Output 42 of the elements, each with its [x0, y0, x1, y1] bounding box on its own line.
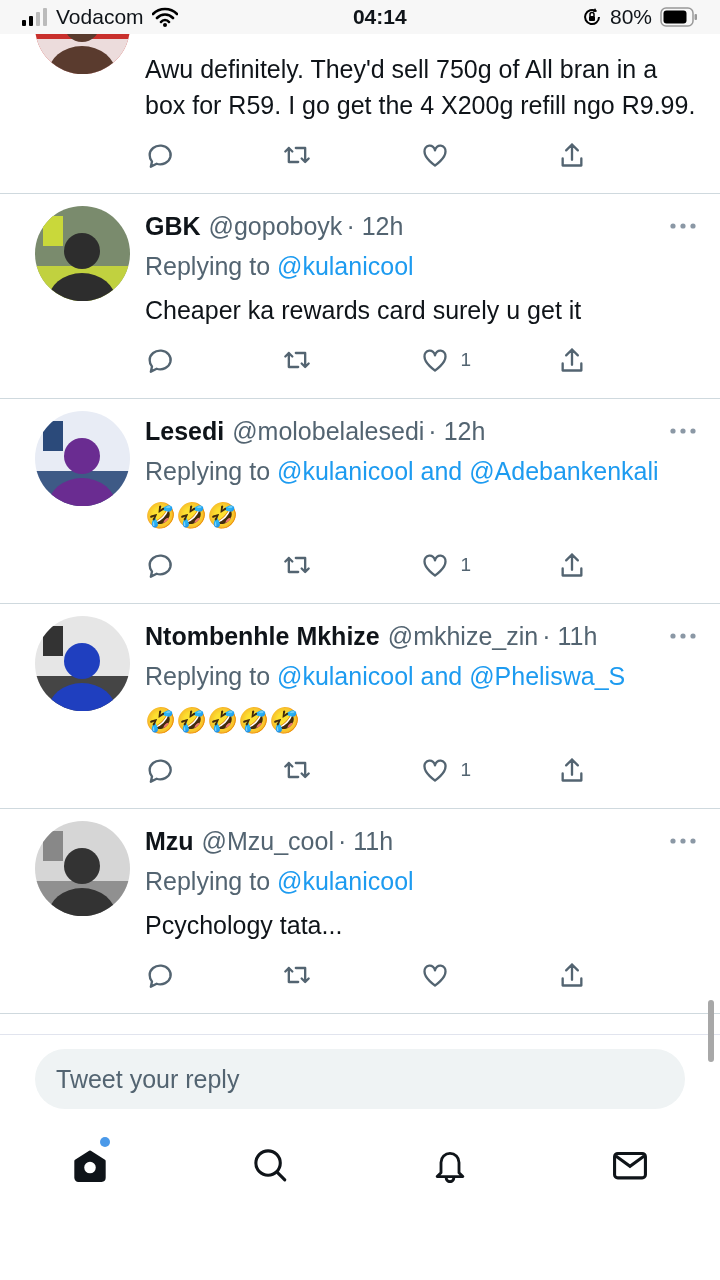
like-count: 1	[460, 347, 472, 372]
author-handle[interactable]: @Mzu_cool	[201, 821, 334, 861]
more-icon[interactable]	[670, 633, 696, 639]
clock-time: 04:14	[352, 5, 407, 29]
more-icon[interactable]	[670, 838, 696, 844]
reply-field[interactable]: Tweet your reply	[35, 1049, 685, 1109]
tweet-text: 🤣🤣🤣🤣🤣	[145, 705, 301, 736]
tweet-text: 🤣🤣🤣	[145, 500, 239, 531]
scroll-bar[interactable]	[708, 1000, 714, 1062]
author-name[interactable]: Ntombenhle Mkhize	[145, 616, 380, 656]
battery-icon	[660, 7, 698, 27]
wifi-icon	[151, 7, 178, 27]
reply-line: Replying to @kulanicool and @Adebankenkali	[145, 456, 660, 487]
battery-percent: 80%	[609, 4, 652, 31]
reply-line: Replying to @kulanicool and @Pheliswa_S	[145, 661, 627, 692]
heart-icon[interactable]	[420, 756, 449, 784]
author-handle[interactable]: @gopoboyk	[208, 206, 343, 246]
signal-icon	[22, 8, 48, 26]
carrier-name: Vodacom	[56, 4, 144, 31]
tweet-text: Awu definitely. They'd sell 750g of All bran in a box for R59. I go get the 4 X200g refill ngo R9.99.	[145, 54, 696, 121]
author-handle[interactable]: @molobelalesedi	[232, 411, 425, 451]
tweet-text: Cheaper ka rewards card surely u get it	[145, 295, 583, 326]
author-name[interactable]: Lesedi	[145, 411, 225, 451]
heart-icon[interactable]	[420, 961, 449, 989]
heart-icon[interactable]	[420, 346, 449, 374]
tweet-time: · 11h	[338, 826, 394, 857]
like-count: 1	[460, 552, 472, 577]
like-count: 1	[460, 757, 472, 782]
tweet-time: · 11h	[542, 621, 598, 652]
more-icon[interactable]	[670, 223, 696, 229]
reply-line: Replying to @kulanicool	[145, 251, 415, 282]
heart-icon[interactable]	[420, 141, 449, 169]
heart-icon[interactable]	[420, 551, 449, 579]
tweet-text: Pcychology tata...	[145, 910, 344, 941]
tweet-time: · 12h	[428, 416, 486, 447]
rotation-lock-icon	[581, 7, 602, 27]
author-name[interactable]: GBK	[145, 206, 201, 246]
tweet-time: · 12h	[346, 211, 404, 242]
author-handle[interactable]: @mkhize_zin	[387, 616, 539, 656]
author-name[interactable]: Mzu	[145, 821, 194, 861]
more-icon[interactable]	[670, 428, 696, 434]
reply-line: Replying to @kulanicool	[145, 866, 415, 897]
